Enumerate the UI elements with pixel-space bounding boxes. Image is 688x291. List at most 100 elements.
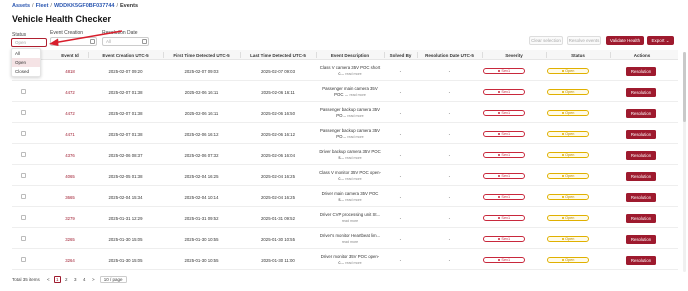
breadcrumb-fleet[interactable]: Fleet [36,3,49,9]
read-more-link[interactable]: read more [345,72,361,76]
clear-selection-button[interactable]: Clear selection [529,36,563,45]
page-size-select[interactable]: 10 / page [99,276,127,283]
resolution-button[interactable]: Resolution [626,213,656,223]
read-more-link[interactable]: read more [349,93,365,97]
row-checkbox[interactable] [21,257,26,262]
severity-badge: Sev1 [483,215,525,221]
row-checkbox[interactable] [21,215,26,220]
resolution-button[interactable]: Resolution [626,171,656,181]
row-checkbox[interactable] [21,131,26,136]
event-id[interactable]: 4472 [52,82,88,102]
page-1-button[interactable]: 1 [53,276,61,283]
column-header-event-id[interactable]: Event Id [52,50,88,60]
table-row: 3665 2025-02-04 15:34 2025-02-04 10:14 2025… [12,187,678,207]
vertical-scrollbar[interactable] [683,52,686,272]
status-dot-icon [561,196,564,198]
event-description: Class V camera 35V POC short c... read mo… [316,61,384,81]
status-dot-icon [561,259,564,261]
resolve-events-button[interactable]: Resolve events [567,36,601,45]
read-more-link[interactable]: read more [347,114,363,118]
severity-badge: Sev1 [483,236,525,242]
solved-by: - [399,110,402,116]
solved-by: - [399,194,402,200]
last-detected-date: 2025-02-07 09:03 [261,68,295,74]
row-checkbox[interactable] [21,173,26,178]
page-3-button[interactable]: 3 [72,276,79,283]
severity-dot-icon [497,259,500,261]
column-header-status: Status [546,50,610,60]
event-id[interactable]: 3279 [52,208,88,228]
event-id[interactable]: 3665 [52,187,88,207]
status-label: Open [565,258,575,262]
row-checkbox[interactable] [21,194,26,199]
resolution-button[interactable]: Resolution [626,108,656,118]
page-4-button[interactable]: 4 [81,276,88,283]
read-more-link[interactable]: read more [342,219,358,223]
resolution-button[interactable]: Resolution [626,234,656,244]
resolution-button[interactable]: Resolution [626,255,656,265]
resolution-button[interactable]: Resolution [626,150,656,160]
read-more-link[interactable]: read more [345,198,361,202]
breadcrumb-assets[interactable]: Assets [12,3,30,9]
table-row: 3265 2025-01-30 15:05 2025-01-30 10:55 2025… [12,229,678,249]
severity-dot-icon [497,175,500,177]
severity-dot-icon [497,154,500,156]
status-label: Open [565,132,575,136]
read-more-link[interactable]: read more [345,156,361,160]
column-header-event-creation[interactable]: Event Creation UTC-5 [88,50,163,60]
status-label: Open [565,90,575,94]
last-detected-date: 2025-02-06 16:04 [261,152,295,158]
export-button[interactable]: Export ⌄ [647,36,674,45]
column-header-last-detected[interactable]: Last Time Detected UTC-5 [240,50,316,60]
severity-badge: Sev1 [483,257,525,263]
row-checkbox[interactable] [21,110,26,115]
breadcrumb-events: Events [120,3,139,9]
event-id[interactable]: 4065 [52,166,88,186]
status-dot-icon [561,238,564,240]
event-description-continued: s... [338,154,345,160]
severity-label: Sev1 [501,174,511,178]
resolution-button[interactable]: Resolution [626,192,656,202]
prev-page-button[interactable]: < [45,276,52,283]
row-checkbox[interactable] [21,89,26,94]
validate-health-button[interactable]: Validate Health [606,36,644,45]
status-option-all[interactable]: All [12,49,40,58]
read-more-link[interactable]: read more [342,240,358,244]
status-option-closed[interactable]: Closed [12,67,40,76]
severity-dot-icon [497,238,500,240]
read-more-link[interactable]: read more [345,177,361,181]
event-id[interactable]: 4472 [52,103,88,123]
status-filter-select[interactable]: Open [11,38,47,47]
page-2-button[interactable]: 2 [63,276,70,283]
first-detected-date: 2025-01-30 10:55 [184,257,219,263]
column-header-severity: Severity [482,50,546,60]
severity-label: Sev1 [501,69,511,73]
scrollbar-thumb[interactable] [683,52,686,122]
read-more-link[interactable]: read more [345,261,361,265]
calendar-icon [90,39,95,44]
severity-label: Sev1 [501,90,511,94]
column-header-resolution-date[interactable]: Resolution Date UTC-5 [417,50,482,60]
status-option-open[interactable]: Open [12,58,40,67]
row-checkbox[interactable] [21,152,26,157]
read-more-link[interactable]: read more [347,135,363,139]
next-page-button[interactable]: > [90,276,97,283]
resolution-button[interactable]: Resolution [626,87,656,97]
event-id[interactable]: 4818 [52,61,88,81]
event-id[interactable]: 4471 [52,124,88,144]
event-id[interactable]: 3265 [52,229,88,249]
resolution-button[interactable]: Resolution [626,66,656,76]
row-checkbox[interactable] [21,236,26,241]
resolution-date: - [448,110,451,116]
breadcrumb-vehicle[interactable]: WDDKK5GF0BF037744 [54,3,115,9]
status-label: Open [565,174,575,178]
event-id[interactable]: 4376 [52,145,88,165]
resolution-date: - [448,194,451,200]
column-header-first-detected[interactable]: First Time Detected UTC-5 [163,50,240,60]
first-detected-date: 2025-02-04 16:25 [184,173,219,179]
event-id[interactable]: 3264 [52,250,88,270]
resolution-button[interactable]: Resolution [626,129,656,139]
last-detected-date: 2025-02-06 16:11 [261,89,295,95]
table-row: 4471 2025-02-07 01:38 2025-02-06 16:12 2025… [12,124,678,144]
event-description: Driver backup camera 35V POC s... read mo… [316,145,384,165]
